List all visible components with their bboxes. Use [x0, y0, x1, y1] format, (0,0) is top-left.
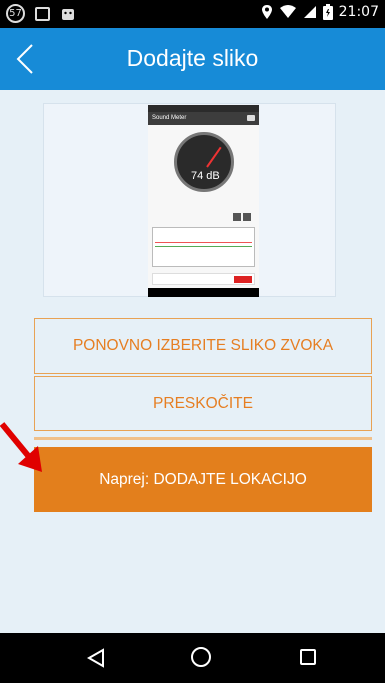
chart-icon — [233, 213, 241, 221]
notification-count-icon: 57 — [6, 4, 25, 23]
thumbnail-ad-banner — [152, 273, 255, 285]
battery-icon — [322, 4, 333, 20]
gauge-reading: 74 dB — [191, 170, 220, 182]
pause-icon — [243, 213, 251, 221]
thumbnail-nav-bar — [148, 288, 259, 297]
system-nav-bar — [0, 633, 385, 683]
clock: 21:07 — [338, 4, 379, 20]
gauge-needle — [206, 146, 222, 168]
thumbnail-graph — [152, 227, 255, 267]
skip-button[interactable]: PRESKOČITE — [34, 376, 372, 431]
signal-icon — [303, 6, 316, 18]
thumbnail-status-bar — [148, 105, 259, 112]
thumbnail-app-bar: Sound Meter — [148, 112, 259, 125]
square-recents-icon[interactable] — [300, 649, 316, 665]
android-notification-icon — [62, 8, 74, 20]
image-preview-card: Sound Meter 74 dB — [43, 103, 336, 297]
sound-gauge: 74 dB — [174, 132, 234, 192]
image-notification-icon — [35, 6, 50, 21]
graph-line-red — [155, 242, 252, 243]
red-arrow-icon — [0, 422, 42, 472]
location-icon — [261, 5, 272, 19]
status-bar: 57 21:07 — [0, 0, 385, 28]
divider — [34, 437, 372, 440]
reselect-sound-image-button[interactable]: PONOVNO IZBERITE SLIKO ZVOKA — [34, 318, 372, 374]
thumbnail-title: Sound Meter — [152, 115, 187, 121]
page-title: Dodajte sliko — [126, 45, 259, 71]
status-bar-left: 57 — [6, 4, 76, 23]
next-add-location-button[interactable]: Naprej: DODAJTE LOKACIJO — [34, 447, 372, 512]
triangle-back-icon[interactable] — [86, 648, 106, 668]
circle-home-icon[interactable] — [191, 647, 211, 667]
sound-image-thumbnail: Sound Meter 74 dB — [148, 105, 259, 297]
camera-icon — [247, 115, 255, 121]
status-bar-right: 21:07 — [261, 4, 379, 20]
ad-button — [234, 276, 252, 283]
wifi-icon — [279, 5, 296, 18]
thumbnail-controls — [233, 213, 251, 221]
graph-line-green — [155, 246, 252, 247]
app-bar: Dodajte sliko — [0, 28, 385, 90]
